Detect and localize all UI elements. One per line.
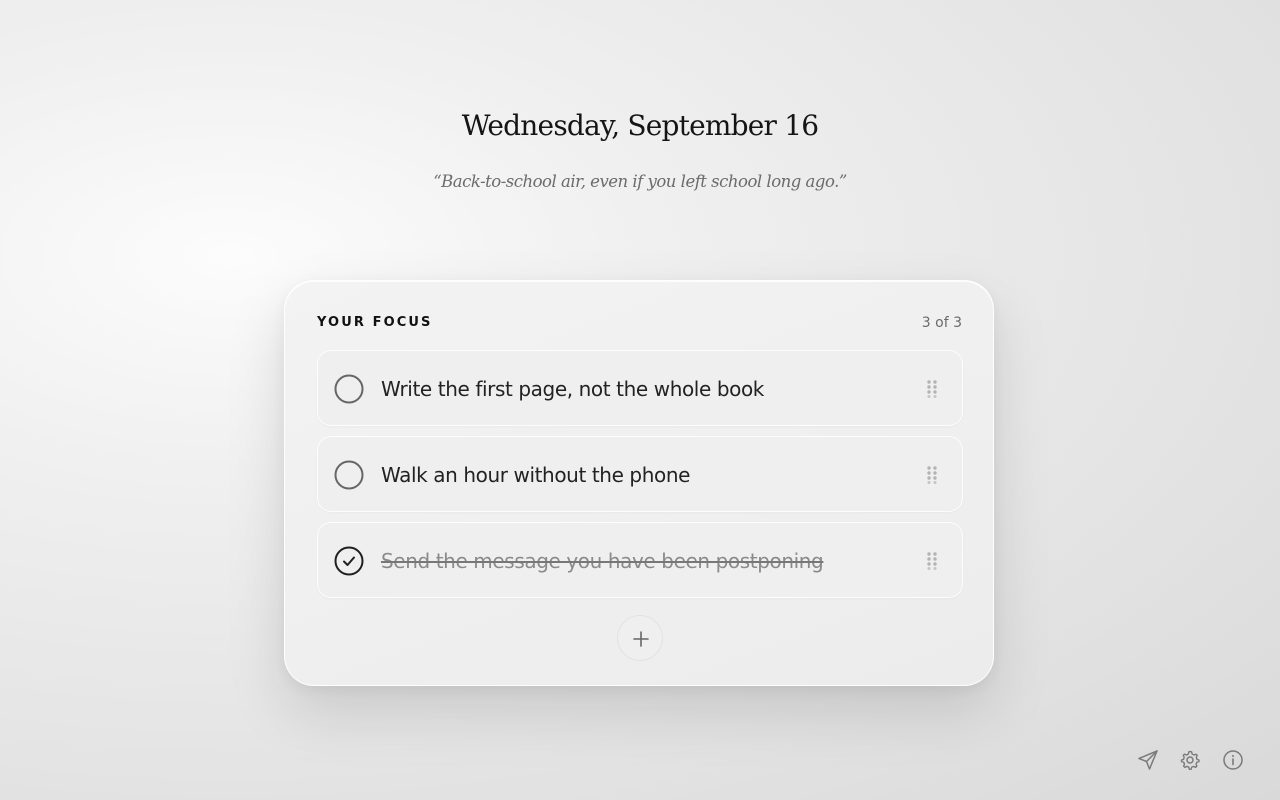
task-text: Walk an hour without the phone [381, 463, 691, 487]
add-task-button[interactable] [617, 615, 663, 661]
send-icon[interactable] [1137, 749, 1159, 771]
focus-label: YOUR FOCUS [317, 315, 433, 330]
plus-icon [633, 631, 649, 647]
unchecked-circle-icon[interactable] [334, 374, 364, 404]
task-text: Write the first page, not the whole book [381, 377, 764, 401]
unchecked-circle-icon[interactable] [334, 460, 364, 490]
task-text: Send the message you have been postponin… [381, 549, 824, 573]
task-counter: 3 of 3 [921, 315, 962, 331]
task-item[interactable]: Write the first page, not the whole book [317, 350, 963, 426]
focus-card: YOUR FOCUS 3 of 3 Write the first page, … [284, 280, 994, 686]
checked-circle-icon[interactable] [334, 546, 364, 576]
drag-handle-icon[interactable] [927, 380, 937, 398]
task-item[interactable]: Walk an hour without the phone [317, 436, 963, 512]
drag-handle-icon[interactable] [927, 466, 937, 484]
gear-icon[interactable] [1179, 749, 1201, 771]
task-item[interactable]: Send the message you have been postponin… [317, 522, 963, 598]
date-heading: Wednesday, September 16 [461, 109, 819, 142]
info-icon[interactable] [1222, 749, 1244, 771]
daily-quote: “Back-to-school air, even if you left sc… [433, 172, 847, 191]
drag-handle-icon[interactable] [927, 552, 937, 570]
